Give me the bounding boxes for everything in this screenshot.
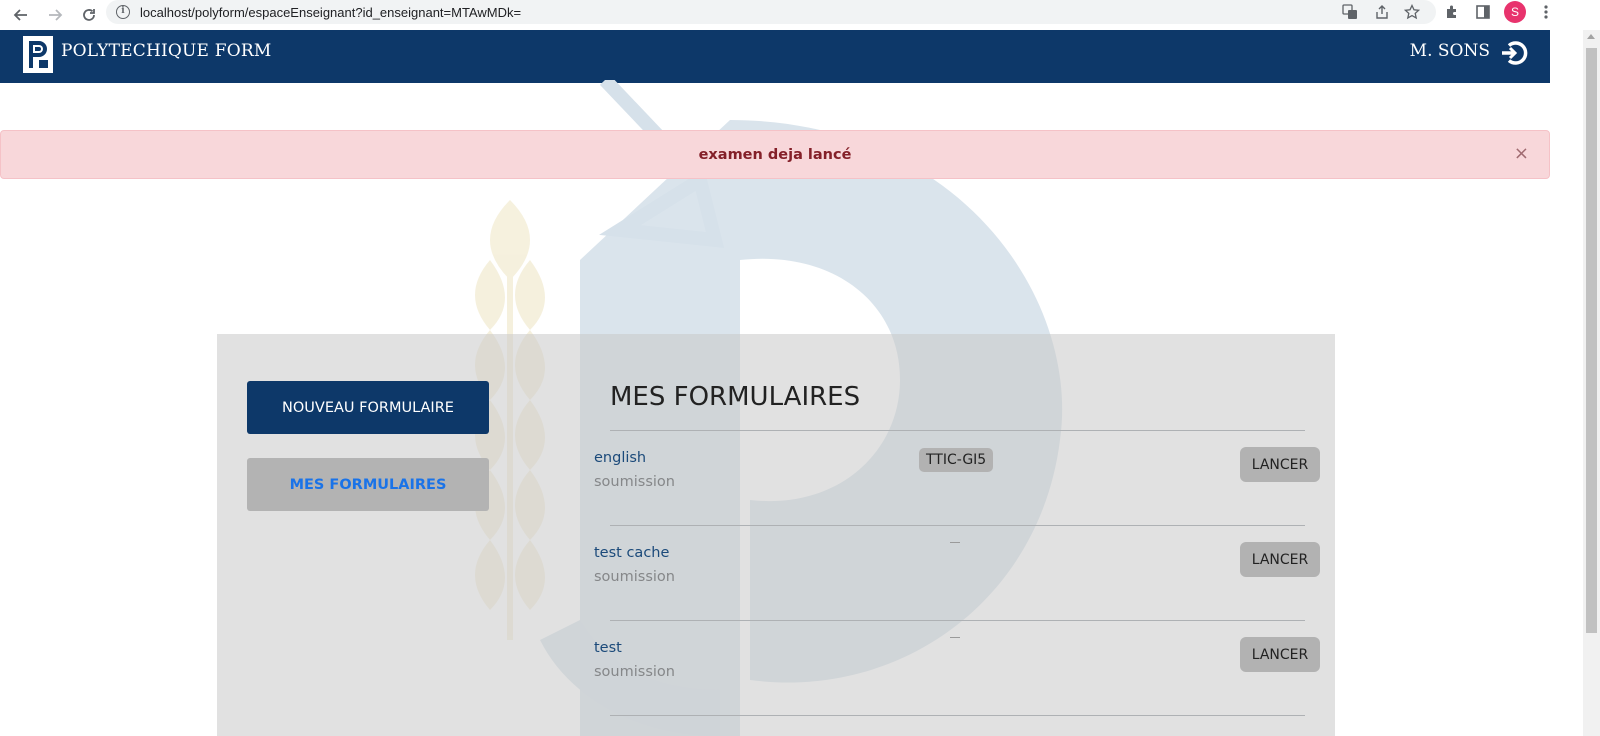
divider xyxy=(610,525,1305,526)
close-icon[interactable]: × xyxy=(1514,145,1529,163)
forward-icon[interactable] xyxy=(44,4,66,26)
launch-button[interactable]: LANCER xyxy=(1240,637,1320,672)
error-alert: examen deja lancé × xyxy=(0,130,1550,179)
divider xyxy=(610,715,1305,716)
form-name[interactable]: test xyxy=(594,640,622,656)
logout-icon[interactable] xyxy=(1500,39,1528,67)
class-badge: TTIC-GI5 xyxy=(919,448,994,472)
browser-toolbar: i localhost/polyform/espaceEnseignant?id… xyxy=(0,0,1600,30)
menu-icon[interactable] xyxy=(1543,0,1549,24)
form-name[interactable]: test cache xyxy=(594,545,669,561)
reload-icon[interactable] xyxy=(78,4,100,26)
forms-panel: NOUVEAU FORMULAIRE MES FORMULAIRES MES F… xyxy=(217,334,1335,736)
page-title: MES FORMULAIRES xyxy=(610,382,861,412)
page-scrollbar[interactable] xyxy=(1583,30,1600,736)
form-name[interactable]: english xyxy=(594,450,646,466)
side-panel-icon[interactable] xyxy=(1475,0,1491,24)
my-forms-button[interactable]: MES FORMULAIRES xyxy=(247,458,489,511)
bookmark-star-icon[interactable] xyxy=(1404,0,1420,24)
url-text[interactable]: localhost/polyform/espaceEnseignant?id_e… xyxy=(140,5,521,20)
translate-icon[interactable] xyxy=(1342,0,1358,24)
form-status: soumission xyxy=(594,664,675,680)
empty-class-dash xyxy=(950,637,960,638)
form-status: soumission xyxy=(594,474,675,490)
app-header: POLYTECHIQUE FORM M. SONS xyxy=(0,30,1550,83)
site-info-icon[interactable]: i xyxy=(116,5,130,19)
extensions-icon[interactable] xyxy=(1444,0,1460,24)
back-icon[interactable] xyxy=(10,4,32,26)
brand-title[interactable]: POLYTECHIQUE FORM xyxy=(61,41,272,61)
alert-message: examen deja lancé xyxy=(698,146,852,163)
launch-button[interactable]: LANCER xyxy=(1240,542,1320,577)
form-status: soumission xyxy=(594,569,675,585)
polytechnique-logo[interactable] xyxy=(23,36,53,73)
address-bar[interactable]: i localhost/polyform/espaceEnseignant?id… xyxy=(106,0,1436,24)
profile-avatar[interactable]: S xyxy=(1504,1,1526,23)
share-icon[interactable] xyxy=(1374,0,1390,24)
divider xyxy=(610,430,1305,431)
user-name: M. SONS xyxy=(1409,41,1490,61)
launch-button[interactable]: LANCER xyxy=(1240,447,1320,482)
scrollbar-thumb[interactable] xyxy=(1586,48,1597,633)
divider xyxy=(610,620,1305,621)
empty-class-dash xyxy=(950,542,960,543)
scroll-up-icon[interactable] xyxy=(1587,34,1595,39)
new-form-button[interactable]: NOUVEAU FORMULAIRE xyxy=(247,381,489,434)
